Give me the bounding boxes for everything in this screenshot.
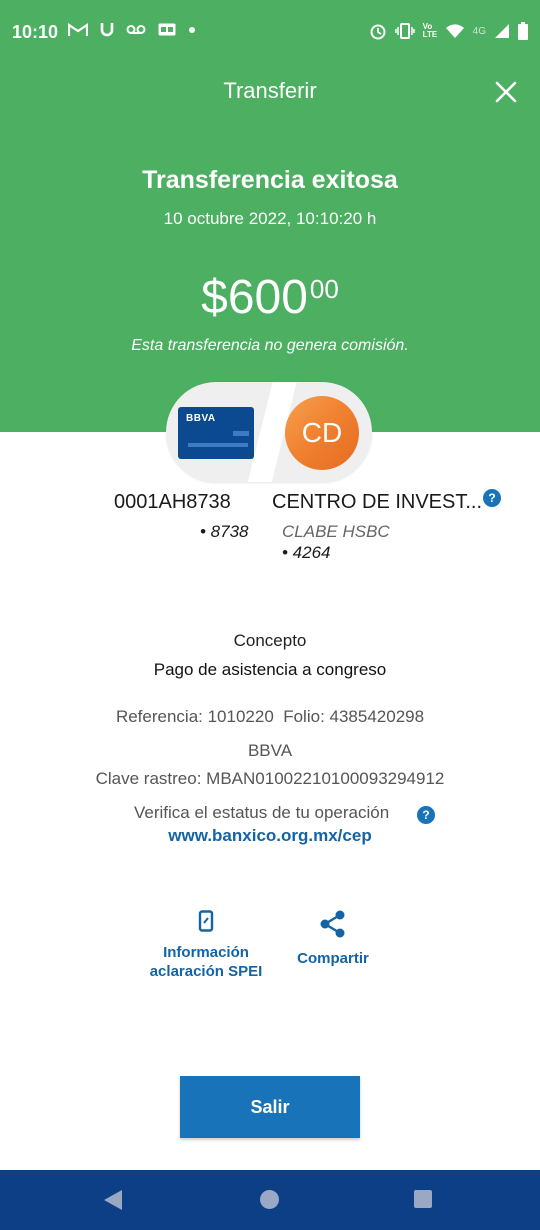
voicemail-icon bbox=[126, 25, 146, 34]
android-nav-bar bbox=[0, 1170, 540, 1230]
spei-label-line1: Información bbox=[163, 944, 249, 961]
share-icon bbox=[320, 910, 345, 938]
dot-icon bbox=[189, 26, 195, 33]
amount-cents: 00 bbox=[309, 274, 339, 304]
vibrate-icon bbox=[394, 23, 415, 39]
volte-icon: Vo LTE bbox=[422, 22, 438, 39]
ge-icon bbox=[158, 23, 176, 36]
tracking-key: Clave rastreo: MBAN01002210100093294912 bbox=[95, 769, 445, 788]
status-time: 10:10 bbox=[12, 22, 59, 42]
verify-help-icon[interactable]: ? bbox=[417, 806, 435, 824]
close-icon[interactable] bbox=[492, 78, 520, 106]
bank-name: BBVA bbox=[247, 741, 293, 760]
from-account-number: 0001AH8738 bbox=[114, 491, 231, 513]
recent-apps-icon[interactable] bbox=[414, 1190, 432, 1208]
fee-note: Esta transferencia no genera comisión. bbox=[131, 337, 409, 354]
alarm-icon bbox=[370, 24, 386, 40]
share-label: Compartir bbox=[297, 950, 369, 967]
share-button[interactable]: Compartir bbox=[280, 910, 386, 967]
network-type: 4G bbox=[472, 25, 486, 37]
recipient-account-type: CLABE HSBC bbox=[282, 522, 390, 541]
recipient-account-last4: • 4264 bbox=[282, 543, 331, 562]
card-brand: BBVA bbox=[186, 413, 216, 424]
card-stripe bbox=[233, 431, 249, 436]
notification-icons bbox=[68, 22, 196, 37]
wifi-icon bbox=[445, 24, 464, 38]
exit-button[interactable]: Salir bbox=[180, 1076, 360, 1138]
u-icon bbox=[100, 23, 114, 37]
spei-label-line2: aclaración SPEI bbox=[149, 963, 263, 980]
screen-title: Transferir bbox=[223, 78, 317, 103]
signal-icon bbox=[495, 24, 509, 38]
transfer-timestamp: 10 octubre 2022, 10:10:20 h bbox=[163, 209, 377, 228]
success-headline: Transferencia exitosa bbox=[142, 166, 398, 194]
recipient-help-icon[interactable]: ? bbox=[483, 489, 501, 507]
status-bar: 10:10 Vo LTE 4G bbox=[0, 0, 540, 64]
amount-main: $600 bbox=[201, 271, 308, 324]
bank-card-icon: BBVA bbox=[178, 407, 254, 459]
home-icon[interactable] bbox=[260, 1190, 279, 1209]
concept-value: Pago de asistencia a congreso bbox=[153, 660, 387, 679]
battery-icon bbox=[518, 22, 528, 40]
spei-info-button[interactable]: Información aclaración SPEI bbox=[136, 910, 276, 980]
accounts-pill: BBVA CD bbox=[166, 382, 372, 482]
success-header: Transferir Transferencia exitosa 10 octu… bbox=[0, 64, 540, 432]
banxico-link[interactable]: www.banxico.org.mx/cep bbox=[0, 826, 540, 846]
back-icon[interactable] bbox=[102, 1188, 124, 1212]
card-stripe bbox=[188, 443, 248, 447]
from-account-last4: • 8738 bbox=[200, 522, 249, 541]
recipient-name: CENTRO DE INVEST... bbox=[272, 491, 483, 513]
concept-label: Concepto bbox=[233, 631, 307, 650]
verify-status-text: Verifica el estatus de tu operación bbox=[134, 803, 390, 822]
gmail-icon bbox=[68, 22, 88, 36]
system-icons: Vo LTE 4G bbox=[369, 22, 528, 40]
recipient-avatar: CD bbox=[285, 396, 359, 470]
phone-icon bbox=[198, 910, 214, 932]
transfer-amount: $60000 bbox=[0, 270, 540, 325]
reference-folio: Referencia: 1010220 Folio: 4385420298 bbox=[115, 707, 425, 726]
